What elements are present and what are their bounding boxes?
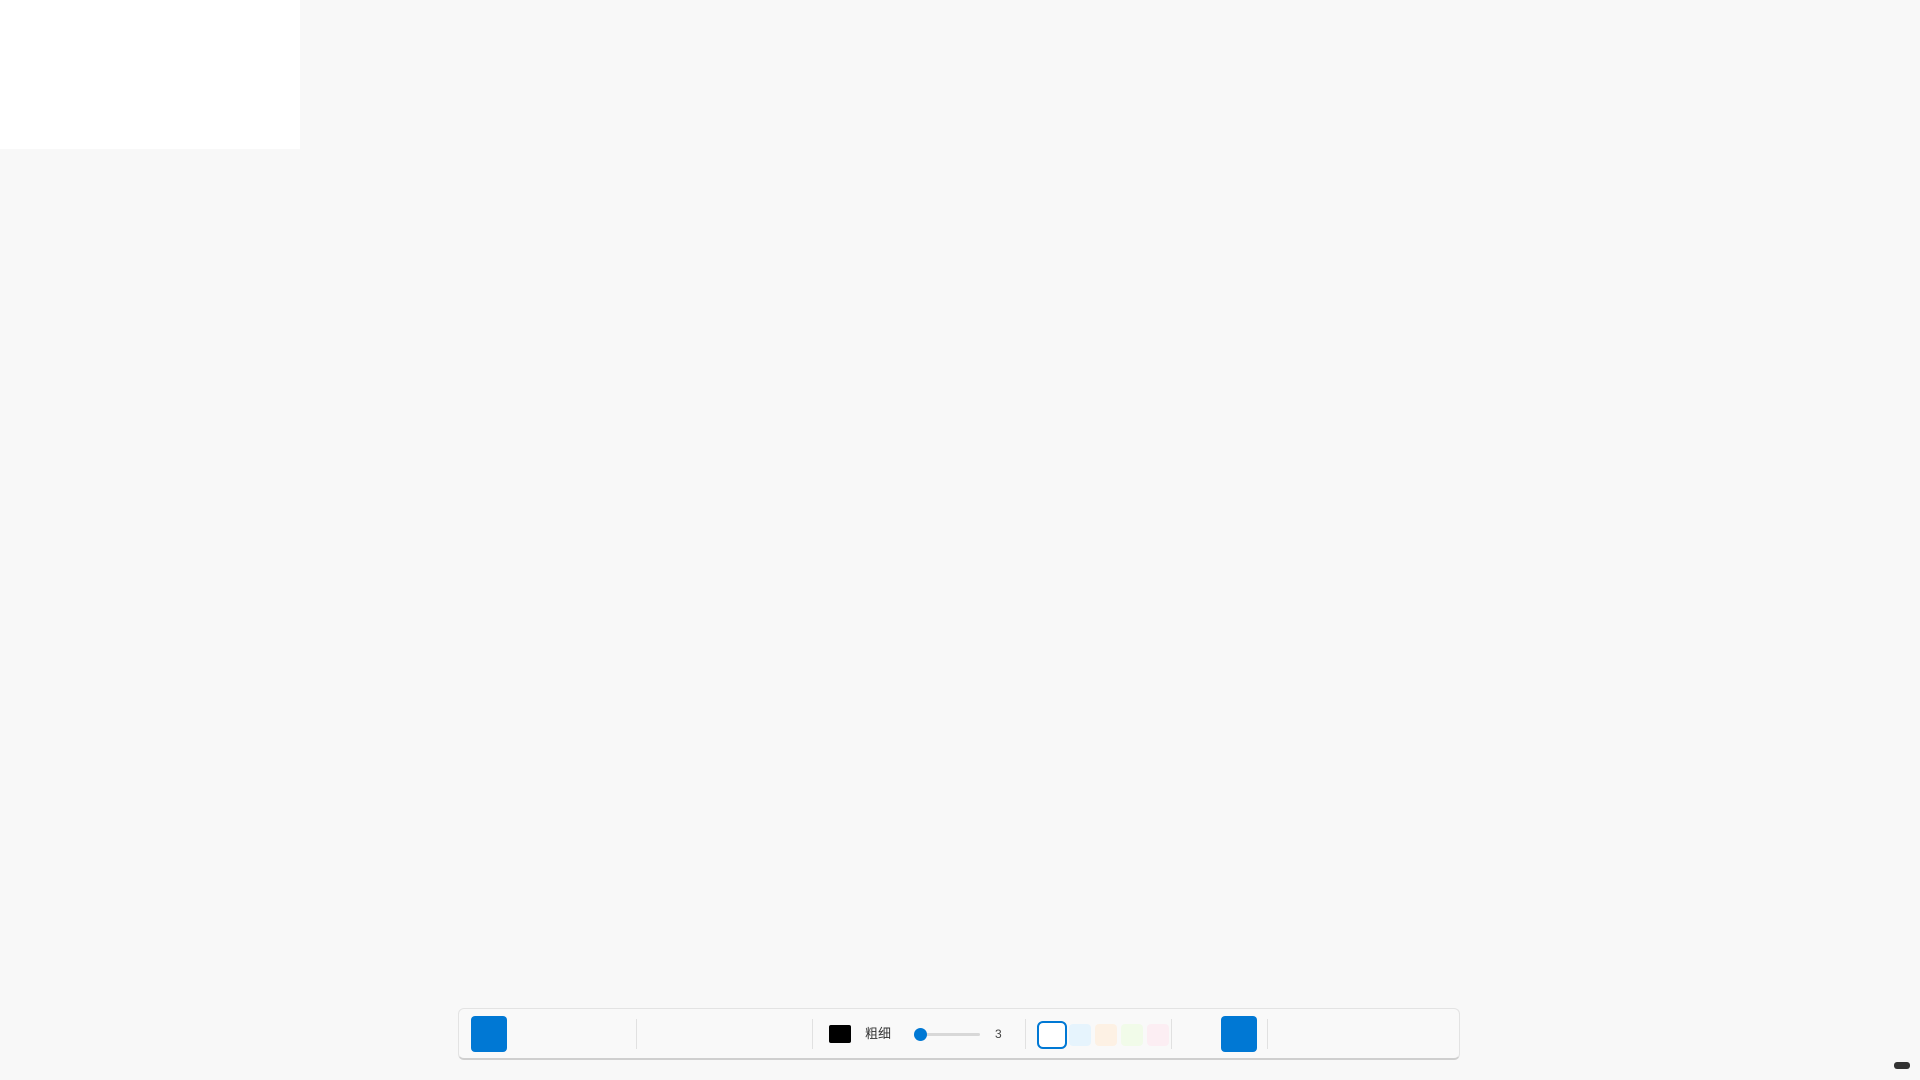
toolbar-divider (812, 1019, 813, 1049)
pen-color-swatch[interactable] (829, 1025, 851, 1043)
width-value: 3 (995, 1027, 1002, 1041)
bg-swatch-light-peach[interactable] (1095, 1024, 1117, 1046)
bg-swatch-white[interactable] (1037, 1021, 1067, 1049)
width-slider-thumb[interactable] (913, 1028, 927, 1041)
pen-tool-button[interactable] (471, 1016, 507, 1052)
toolbar-divider (1025, 1019, 1026, 1049)
resize-handle[interactable] (1894, 1062, 1910, 1069)
blank-panel (0, 0, 300, 149)
drawing-canvas[interactable] (0, 0, 1920, 1080)
bottom-toolbar: 粗细 3 (458, 1008, 1460, 1060)
width-label: 粗细 (865, 1026, 892, 1041)
toolbar-divider (1267, 1019, 1268, 1049)
background-tool-button[interactable] (1221, 1016, 1257, 1052)
toolbar-divider (636, 1019, 637, 1049)
bg-swatch-light-blue[interactable] (1069, 1024, 1091, 1046)
bg-swatch-light-green[interactable] (1121, 1024, 1143, 1046)
toolbar-divider (1171, 1019, 1172, 1049)
bg-swatch-light-pink[interactable] (1147, 1024, 1169, 1046)
